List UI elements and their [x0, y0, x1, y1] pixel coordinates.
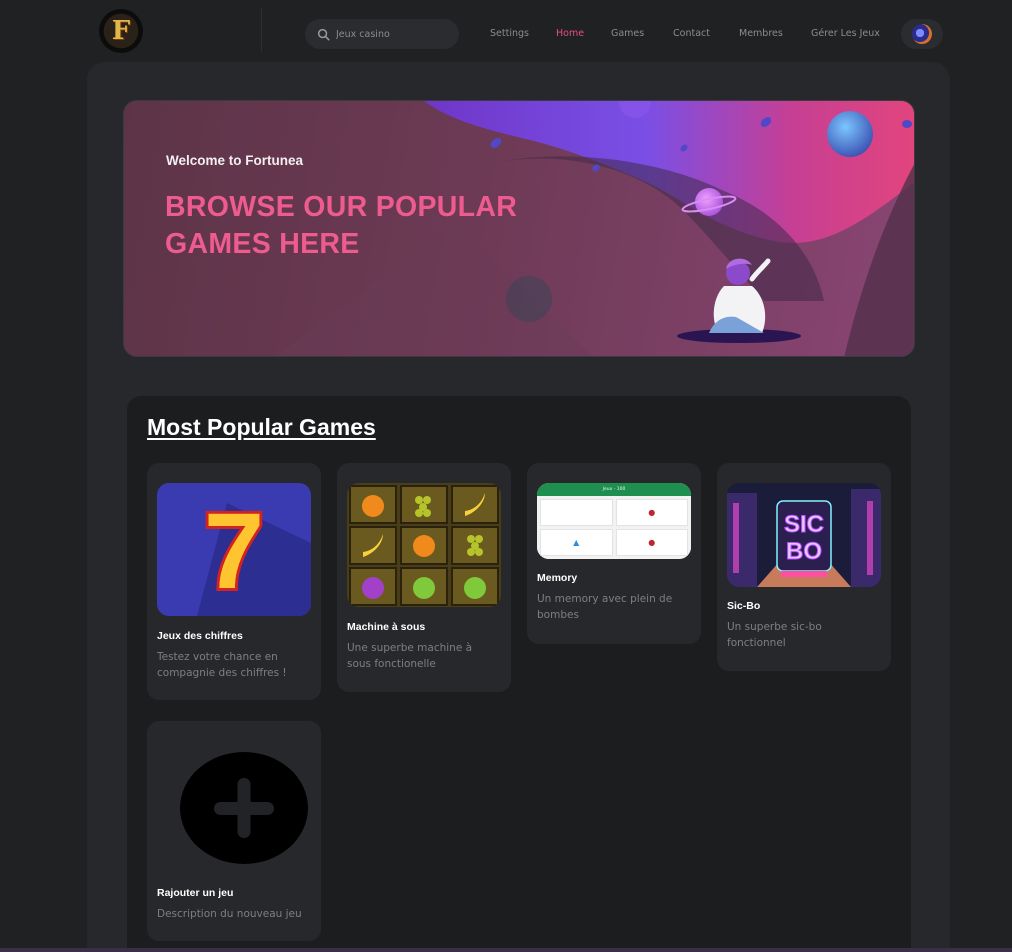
search-input[interactable]	[336, 28, 446, 40]
game-card-memory[interactable]: Jeux - 100 ● ▲ ● Memory Un memory avec p…	[527, 463, 701, 644]
hero-banner: Welcome to Fortunea BROWSE OUR POPULAR G…	[123, 100, 915, 357]
card-description: Description du nouveau jeu	[157, 908, 302, 920]
user-avatar-button[interactable]	[901, 19, 943, 49]
card-description: Une superbe machine à sous fonctionelle	[347, 642, 473, 670]
fruit-slots-icon	[347, 483, 501, 607]
nav-home[interactable]: Home	[556, 28, 584, 39]
game-card-jeux-des-chiffres[interactable]: 7 7 Jeux des chiffres Testez votre chanc…	[147, 463, 321, 700]
header-divider	[261, 8, 262, 52]
card-description: Testez votre chance en compagnie des chi…	[157, 651, 287, 679]
card-description: Un memory avec plein de bombes	[537, 593, 673, 621]
section-title: Most Popular Games	[147, 414, 376, 440]
card-title: Rajouter un jeu	[157, 887, 234, 899]
memory-grid: ● ▲ ●	[537, 496, 691, 559]
card-title: Jeux des chiffres	[157, 630, 243, 642]
memory-cell: ●	[615, 499, 688, 526]
top-header: F Settings Home Games Contact Membres Gé…	[0, 0, 1012, 62]
search-icon	[317, 28, 330, 40]
game-card-machine-a-sous[interactable]: Machine à sous Une superbe machine à sou…	[337, 463, 511, 692]
nav-settings[interactable]: Settings	[490, 28, 529, 39]
lucky-seven-icon: 7 7	[157, 483, 311, 616]
nav-contact[interactable]: Contact	[673, 28, 710, 39]
game-card-add-new[interactable]: Rajouter un jeu Description du nouveau j…	[147, 721, 321, 941]
fortunea-logo[interactable]: F	[99, 9, 143, 53]
search-box[interactable]	[305, 19, 459, 49]
nav-games[interactable]: Games	[611, 28, 644, 39]
add-plus-icon	[157, 749, 311, 867]
svg-text:BO: BO	[786, 538, 822, 565]
memory-cell	[540, 499, 613, 526]
banner-kicker: Welcome to Fortunea	[166, 153, 304, 168]
bottom-border	[0, 948, 1012, 952]
memory-header: Jeux - 100	[537, 483, 691, 496]
card-title: Sic-Bo	[727, 600, 761, 612]
card-description: Un superbe sic-bo fonctionnel	[727, 621, 822, 649]
sic-bo-sign: SIC	[784, 511, 824, 538]
card-title: Machine à sous	[347, 621, 426, 633]
logo-letter: F	[111, 16, 131, 46]
svg-text:7: 7	[204, 490, 264, 611]
nav-membres[interactable]: Membres	[739, 28, 783, 39]
sic-bo-neon-icon: SIC BO	[727, 483, 881, 587]
banner-title: BROWSE OUR POPULAR GAMES HERE	[165, 191, 518, 260]
memory-cell: ●	[615, 529, 688, 556]
avatar	[912, 24, 932, 44]
card-title: Memory	[537, 572, 578, 584]
nav-gerer-les-jeux[interactable]: Gérer Les Jeux	[811, 28, 880, 39]
game-card-sic-bo[interactable]: SIC BO Sic-Bo Un superbe sic-bo fonction…	[717, 463, 891, 671]
memory-cell: ▲	[540, 529, 613, 556]
memory-board-icon: Jeux - 100 ● ▲ ●	[537, 483, 691, 559]
